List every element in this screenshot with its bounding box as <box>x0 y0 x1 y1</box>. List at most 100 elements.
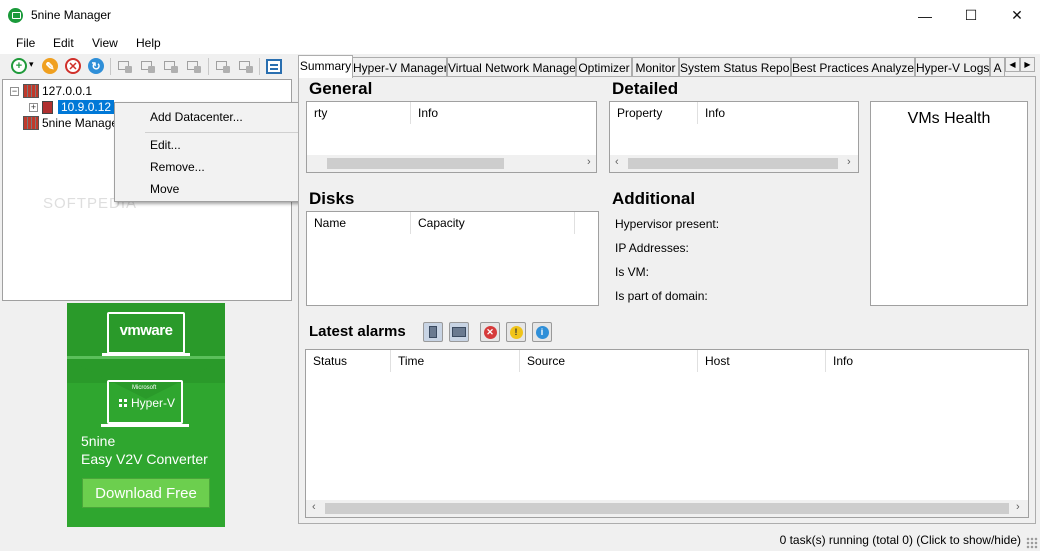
tab-best-practices-analyzer[interactable]: Best Practices Analyzer <box>791 57 915 77</box>
expand-icon[interactable]: + <box>29 102 38 112</box>
scroll-left-icon[interactable]: ‹ <box>615 156 619 168</box>
scrollbar-thumb[interactable] <box>327 158 504 169</box>
tab-hyperv-logs[interactable]: Hyper-V Logs <box>915 57 990 77</box>
pencil-icon[interactable]: ✎ <box>42 58 58 74</box>
menu-item-edit[interactable]: Edit... <box>150 138 181 152</box>
filter-info-button[interactable]: i <box>532 322 552 342</box>
column-header-info[interactable]: Info <box>826 350 1028 372</box>
host-icon <box>429 326 437 338</box>
vmware-logo: vmware <box>119 322 173 339</box>
scrollbar-thumb[interactable] <box>325 503 1009 514</box>
alarms-list[interactable]: Status Time Source Host Info ‹ › <box>305 349 1029 518</box>
tab-strip: Summary Hyper-V Manager Virtual Network … <box>298 55 1040 78</box>
general-title: General <box>309 79 373 98</box>
general-list[interactable]: rty Info › <box>306 101 597 173</box>
tab-optimizer[interactable]: Optimizer <box>576 57 632 77</box>
settings-host-icon[interactable] <box>163 59 179 74</box>
disks-list[interactable]: Name Capacity <box>306 211 599 306</box>
column-header-status[interactable]: Status <box>306 350 391 372</box>
scrollbar-thumb[interactable] <box>628 158 838 169</box>
ip-addresses-label: IP Addresses: <box>615 241 689 255</box>
toolbar-separator <box>110 58 111 75</box>
menu-item-move[interactable]: Move <box>150 182 179 196</box>
hyperv-logo: Hyper-V <box>131 396 176 410</box>
download-free-button[interactable]: Download Free <box>82 478 210 508</box>
toolbar-separator <box>259 58 260 75</box>
horizontal-scrollbar[interactable]: ‹ › <box>306 500 1028 517</box>
server-group-icon <box>23 84 39 98</box>
column-header-time[interactable]: Time <box>391 350 520 372</box>
tab-overflow[interactable]: A <box>990 57 1005 77</box>
remove-host-icon[interactable] <box>186 59 202 74</box>
column-header-property[interactable]: rty <box>307 102 411 124</box>
tab-virtual-network-manager[interactable]: Virtual Network Manager <box>447 57 576 77</box>
column-header-info[interactable]: Info <box>411 102 597 124</box>
hypervisor-present-label: Hypervisor present: <box>615 217 720 231</box>
status-bar: 0 task(s) running (total 0) (Click to sh… <box>0 528 1040 551</box>
tab-scroll-left-icon[interactable]: ◀ <box>1005 57 1020 72</box>
info-icon: i <box>535 325 549 339</box>
maximize-button[interactable]: ☐ <box>948 0 994 31</box>
tree-node-root[interactable]: − 127.0.0.1 <box>10 83 92 99</box>
column-header-host[interactable]: Host <box>698 350 826 372</box>
menu-bar: File Edit View Help <box>0 31 1040 54</box>
title-bar: 5nine Manager — ☐ ✕ <box>0 0 1040 31</box>
menu-item-add-datacenter[interactable]: Add Datacenter... <box>150 110 243 124</box>
list-view-icon[interactable] <box>266 59 282 74</box>
ad-product: Easy V2V Converter <box>81 451 208 467</box>
tab-scroll-right-icon[interactable]: ▶ <box>1020 57 1035 72</box>
task-status-link[interactable]: 0 task(s) running (total 0) (Click to sh… <box>780 533 1021 547</box>
refresh-icon[interactable]: ↻ <box>88 58 104 74</box>
detailed-list[interactable]: Property Info ‹ › <box>609 101 859 173</box>
add-host-icon[interactable] <box>117 59 133 74</box>
filter-errors-button[interactable]: ✕ <box>480 322 500 342</box>
menu-help[interactable]: Help <box>136 36 161 50</box>
tab-system-status-report[interactable]: System Status Report <box>679 57 791 77</box>
column-header-name[interactable]: Name <box>307 212 411 234</box>
scroll-right-icon[interactable]: › <box>1016 501 1020 513</box>
filter-host-button[interactable] <box>423 322 443 342</box>
horizontal-scrollbar[interactable]: › <box>307 155 596 172</box>
filter-vm-button[interactable] <box>449 322 469 342</box>
windows-logo-icon <box>119 399 127 407</box>
is-vm-label: Is VM: <box>615 265 650 279</box>
menu-view[interactable]: View <box>92 36 118 50</box>
collapse-icon[interactable]: − <box>10 86 19 96</box>
tab-monitor[interactable]: Monitor <box>632 57 679 77</box>
minimize-button[interactable]: — <box>902 0 948 31</box>
tab-hyperv-manager[interactable]: Hyper-V Manager <box>352 57 447 77</box>
tree-node-manager[interactable]: 5nine Manage <box>23 115 118 131</box>
column-header-source[interactable]: Source <box>520 350 698 372</box>
tree-node-host[interactable]: + 10.9.0.12 <box>29 99 115 115</box>
column-header-property[interactable]: Property <box>610 102 698 124</box>
error-icon: ✕ <box>483 325 497 339</box>
ad-banner[interactable]: vmware Microsoft Hyper-V 5nine Easy V2V … <box>67 303 225 527</box>
monitor-stand <box>101 424 189 427</box>
plus-circle-icon[interactable]: + <box>11 58 27 74</box>
scroll-left-icon[interactable]: ‹ <box>312 501 316 513</box>
menu-file[interactable]: File <box>16 36 35 50</box>
add-dropdown-arrow[interactable]: ▾ <box>29 59 34 70</box>
column-header-info[interactable]: Info <box>698 102 858 124</box>
scroll-right-icon[interactable]: › <box>587 156 591 168</box>
host-icon <box>42 100 53 114</box>
tree-node-label: 5nine Manage <box>42 116 119 130</box>
is-part-of-domain-label: Is part of domain: <box>615 289 708 303</box>
connect-host-icon[interactable] <box>140 59 156 74</box>
toolbar-separator <box>208 58 209 75</box>
x-circle-icon[interactable]: ✕ <box>65 58 81 74</box>
resize-grip-icon[interactable] <box>1026 537 1038 549</box>
menu-item-remove[interactable]: Remove... <box>150 160 205 174</box>
tab-summary[interactable]: Summary <box>298 55 353 78</box>
monitor-icon <box>452 327 466 337</box>
vm-settings-icon[interactable] <box>238 59 254 74</box>
horizontal-scrollbar[interactable]: ‹ › <box>610 155 858 172</box>
menu-edit[interactable]: Edit <box>53 36 74 50</box>
close-button[interactable]: ✕ <box>994 0 1040 31</box>
server-group-icon <box>23 116 39 130</box>
vm-icon[interactable] <box>215 59 231 74</box>
filter-warnings-button[interactable]: ! <box>506 322 526 342</box>
additional-title: Additional <box>612 189 696 208</box>
scroll-right-icon[interactable]: › <box>847 156 851 168</box>
column-header-capacity[interactable]: Capacity <box>411 212 575 234</box>
